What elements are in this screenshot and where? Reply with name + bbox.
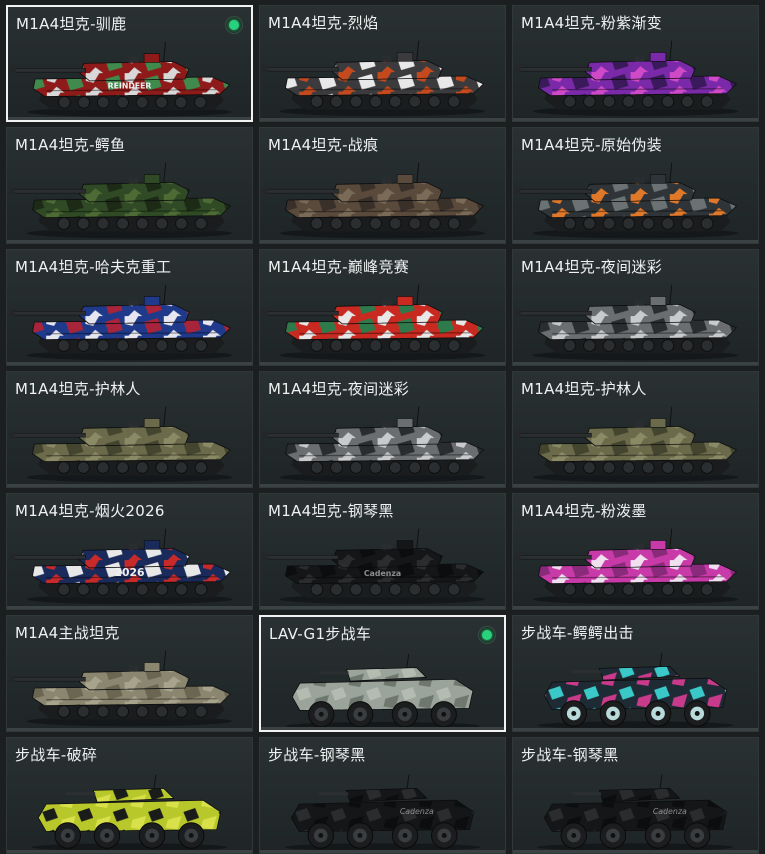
svg-text:Cadenza: Cadenza xyxy=(364,569,401,578)
skin-card[interactable]: M1A4坦克-护林人 xyxy=(512,371,759,488)
tank-preview-image xyxy=(7,276,252,365)
skin-card[interactable]: M1A4坦克-烟火2026 2026 xyxy=(6,493,253,610)
svg-text:REINDEER: REINDEER xyxy=(108,82,152,91)
skin-card-title: M1A4坦克-夜间迷彩 xyxy=(268,380,410,398)
skin-card[interactable]: M1A4坦克-粉紫渐变 xyxy=(512,5,759,122)
ifv-preview-image xyxy=(513,642,758,731)
skin-card-title: 步战车-破碎 xyxy=(15,746,98,764)
skin-card[interactable]: M1A4主战坦克 xyxy=(6,615,253,732)
skin-card[interactable]: M1A4坦克-鳄鱼 xyxy=(6,127,253,244)
ifv-preview-image: Cadenza xyxy=(513,764,758,853)
tank-preview-image xyxy=(7,642,252,731)
skin-card-title: M1A4坦克-粉泼墨 xyxy=(521,502,647,520)
skin-card-title: M1A4坦克-护林人 xyxy=(15,380,141,398)
skin-card[interactable]: M1A4坦克-钢琴黑 Cadenza xyxy=(259,493,506,610)
tank-preview-image xyxy=(7,398,252,487)
ifv-preview-image: Cadenza xyxy=(260,764,505,853)
skin-card-title: M1A4坦克-夜间迷彩 xyxy=(521,258,663,276)
tank-preview-image: Cadenza xyxy=(260,520,505,609)
skin-card-title: M1A4坦克-护林人 xyxy=(521,380,647,398)
tank-preview-image xyxy=(513,276,758,365)
skin-card-title: 步战车-钢琴黑 xyxy=(521,746,619,764)
skin-card-title: M1A4坦克-烟火2026 xyxy=(15,502,165,520)
skin-card[interactable]: M1A4坦克-夜间迷彩 xyxy=(259,371,506,488)
skin-card[interactable]: M1A4坦克-粉泼墨 xyxy=(512,493,759,610)
tank-preview-image: 2026 xyxy=(7,520,252,609)
skin-card-title: M1A4坦克-哈夫克重工 xyxy=(15,258,172,276)
skin-card[interactable]: M1A4坦克-战痕 xyxy=(259,127,506,244)
skin-card[interactable]: 步战车-钢琴黑 Cadenza xyxy=(512,737,759,854)
skin-card[interactable]: LAV-G1步战车 xyxy=(259,615,506,732)
tank-preview-image xyxy=(260,32,505,121)
equipped-indicator-icon xyxy=(478,626,496,644)
tank-preview-image xyxy=(513,520,758,609)
svg-text:Cadenza: Cadenza xyxy=(400,807,434,816)
skin-card[interactable]: 步战车-鳄鳄出击 xyxy=(512,615,759,732)
tank-preview-image: REINDEER xyxy=(8,33,251,120)
skin-card-title: M1A4坦克-钢琴黑 xyxy=(268,502,394,520)
skin-card[interactable]: 步战车-钢琴黑 Cadenza xyxy=(259,737,506,854)
skin-card-title: M1A4坦克-鳄鱼 xyxy=(15,136,126,154)
skin-card[interactable]: 步战车-破碎 xyxy=(6,737,253,854)
tank-preview-image xyxy=(513,154,758,243)
skin-card-title: M1A4坦克-粉紫渐变 xyxy=(521,14,663,32)
tank-preview-image xyxy=(260,154,505,243)
svg-text:2026: 2026 xyxy=(115,566,145,579)
skin-card-title: M1A4坦克-原始伪装 xyxy=(521,136,663,154)
skin-card[interactable]: M1A4坦克-夜间迷彩 xyxy=(512,249,759,366)
tank-preview-image xyxy=(513,32,758,121)
skin-card[interactable]: M1A4坦克-烈焰 xyxy=(259,5,506,122)
skin-card[interactable]: M1A4坦克-原始伪装 xyxy=(512,127,759,244)
skin-card[interactable]: M1A4坦克-巅峰竞赛 xyxy=(259,249,506,366)
skin-card[interactable]: M1A4坦克-护林人 xyxy=(6,371,253,488)
skin-card-title: M1A4坦克-巅峰竞赛 xyxy=(268,258,410,276)
svg-text:Cadenza: Cadenza xyxy=(653,807,687,816)
skin-card[interactable]: M1A4坦克-驯鹿 REINDEER xyxy=(6,5,253,122)
skin-card-title: 步战车-钢琴黑 xyxy=(268,746,366,764)
skin-card-title: 步战车-鳄鳄出击 xyxy=(521,624,634,642)
skin-grid: M1A4坦克-驯鹿 REINDEER M1A4坦克-烈焰 M1A4坦克-粉紫渐变 M1A… xyxy=(0,0,765,854)
skin-card-title: M1A4坦克-战痕 xyxy=(268,136,379,154)
ifv-preview-image xyxy=(261,643,504,730)
skin-card-title: M1A4坦克-烈焰 xyxy=(268,14,379,32)
tank-preview-image xyxy=(7,154,252,243)
skin-card-title: M1A4主战坦克 xyxy=(15,624,120,642)
tank-preview-image xyxy=(260,398,505,487)
equipped-indicator-icon xyxy=(225,16,243,34)
skin-card-title: M1A4坦克-驯鹿 xyxy=(16,15,127,33)
skin-card-title: LAV-G1步战车 xyxy=(269,625,372,643)
tank-preview-image xyxy=(260,276,505,365)
ifv-preview-image xyxy=(7,764,252,853)
tank-preview-image xyxy=(513,398,758,487)
skin-card[interactable]: M1A4坦克-哈夫克重工 xyxy=(6,249,253,366)
